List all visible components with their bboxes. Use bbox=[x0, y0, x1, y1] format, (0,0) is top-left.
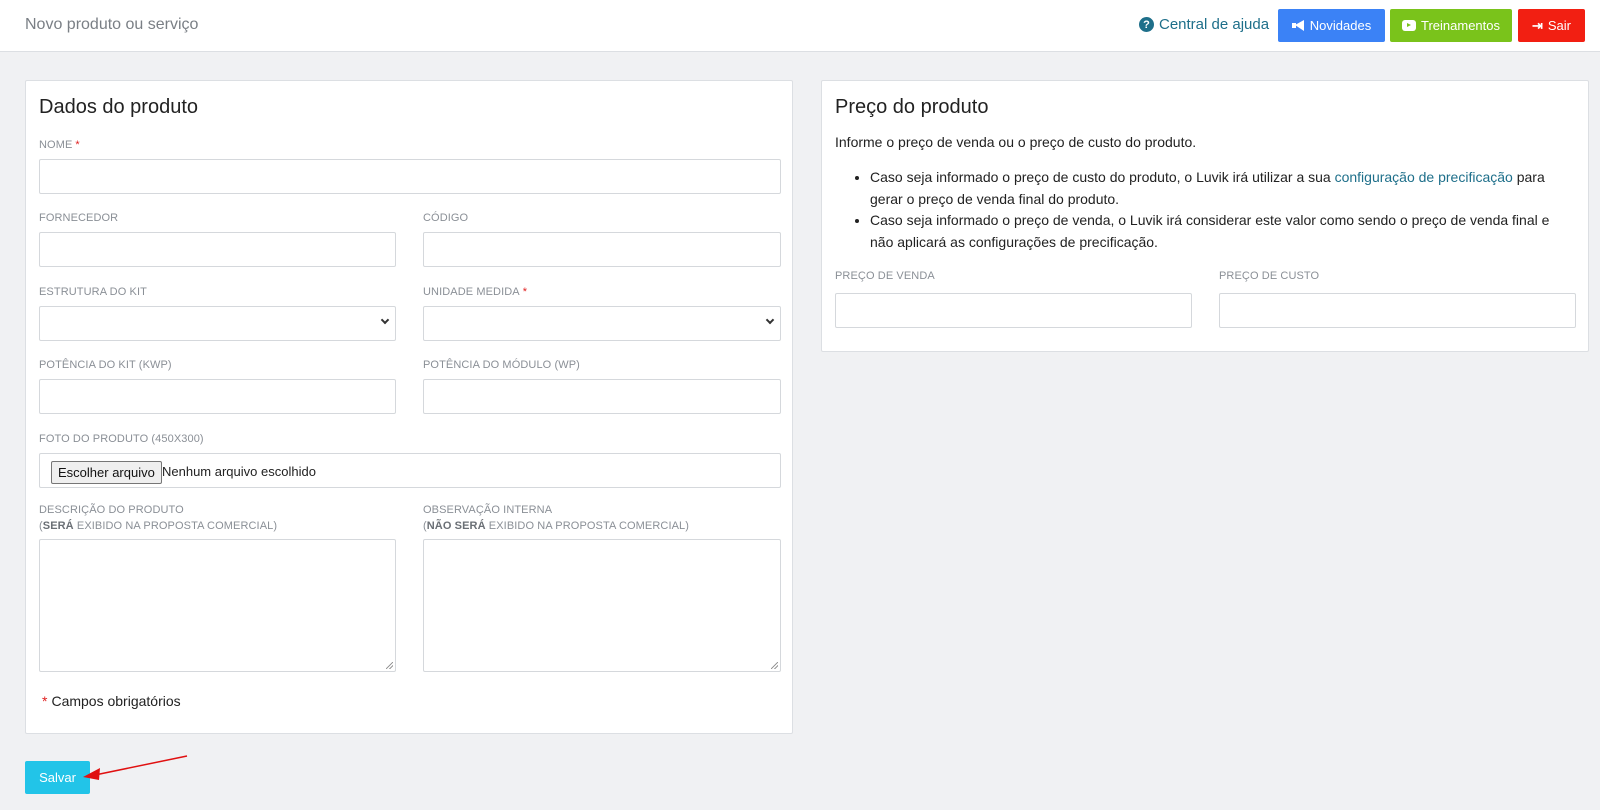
preco-venda-label: PREÇO DE VENDA bbox=[835, 270, 935, 282]
potencia-kit-label: POTÊNCIA DO KIT (KWP) bbox=[39, 359, 172, 371]
sair-label: Sair bbox=[1547, 18, 1572, 33]
foto-file-input[interactable]: Escolher arquivo Nenhum arquivo escolhid… bbox=[39, 453, 781, 488]
fornecedor-input[interactable] bbox=[39, 232, 396, 267]
observacao-textarea[interactable] bbox=[423, 539, 781, 672]
required-fields-note: * Campos obrigatórios bbox=[42, 693, 181, 709]
observacao-label: OBSERVAÇÃO INTERNA (NÃO SERÁ EXIBIDO NA … bbox=[423, 504, 690, 532]
sign-out-icon: ⇥ bbox=[1531, 17, 1543, 33]
page-title: Novo produto ou serviço bbox=[25, 16, 199, 33]
pricing-config-link[interactable]: configuração de precificação bbox=[1335, 169, 1513, 185]
fornecedor-label: FORNECEDOR bbox=[39, 212, 119, 224]
treinamentos-label: Treinamentos bbox=[1421, 18, 1500, 33]
novidades-label: Novidades bbox=[1309, 18, 1372, 33]
chevron-down-icon bbox=[380, 315, 390, 325]
codigo-input[interactable] bbox=[423, 232, 781, 267]
product-data-card: Dados do produto NOME * FORNECEDOR CÓDIGO… bbox=[25, 80, 793, 734]
price-intro-text: Informe o preço de venda ou o preço de c… bbox=[835, 134, 1197, 150]
potencia-kit-input[interactable] bbox=[39, 379, 396, 414]
chevron-down-icon bbox=[765, 315, 775, 325]
preco-custo-input[interactable] bbox=[1219, 293, 1576, 328]
nome-input[interactable] bbox=[39, 159, 781, 194]
potencia-modulo-input[interactable] bbox=[423, 379, 781, 414]
save-button[interactable]: Salvar bbox=[25, 761, 90, 794]
potencia-modulo-label: POTÊNCIA DO MÓDULO (WP) bbox=[423, 359, 580, 371]
sair-button[interactable]: ⇥ Sair bbox=[1518, 9, 1585, 42]
list-item: Caso seja informado o preço de custo do … bbox=[870, 167, 1570, 210]
preco-venda-input[interactable] bbox=[835, 293, 1192, 328]
choose-file-button[interactable]: Escolher arquivo bbox=[51, 461, 162, 484]
codigo-label: CÓDIGO bbox=[423, 212, 469, 224]
nome-label: NOME * bbox=[39, 139, 80, 151]
product-price-card: Preço do produto Informe o preço de vend… bbox=[821, 80, 1589, 352]
price-info-list: Caso seja informado o preço de custo do … bbox=[870, 167, 1570, 253]
file-status-text: Nenhum arquivo escolhido bbox=[162, 464, 316, 479]
top-bar: Novo produto ou serviço ? Central de aju… bbox=[0, 0, 1600, 52]
product-data-title: Dados do produto bbox=[39, 96, 199, 118]
foto-label: FOTO DO PRODUTO (450X300) bbox=[39, 433, 204, 445]
descricao-textarea[interactable] bbox=[39, 539, 396, 672]
estrutura-kit-label: ESTRUTURA DO KIT bbox=[39, 286, 147, 298]
youtube-icon bbox=[1402, 20, 1416, 31]
descricao-label: DESCRIÇÃO DO PRODUTO (SERÁ EXIBIDO NA PR… bbox=[39, 504, 278, 532]
treinamentos-button[interactable]: Treinamentos bbox=[1390, 9, 1512, 42]
question-circle-icon: ? bbox=[1139, 17, 1154, 32]
help-center-link[interactable]: ? Central de ajuda bbox=[1139, 16, 1269, 33]
preco-custo-label: PREÇO DE CUSTO bbox=[1219, 270, 1320, 282]
help-center-label: Central de ajuda bbox=[1159, 16, 1270, 33]
resize-handle[interactable] bbox=[386, 662, 393, 669]
list-item: Caso seja informado o preço de venda, o … bbox=[870, 210, 1570, 253]
megaphone-icon bbox=[1291, 20, 1305, 31]
resize-handle[interactable] bbox=[771, 662, 778, 669]
unidade-medida-select[interactable] bbox=[423, 306, 781, 341]
novidades-button[interactable]: Novidades bbox=[1278, 9, 1385, 42]
unidade-medida-label: UNIDADE MEDIDA * bbox=[423, 286, 528, 298]
estrutura-kit-select[interactable] bbox=[39, 306, 396, 341]
product-price-title: Preço do produto bbox=[835, 96, 989, 118]
